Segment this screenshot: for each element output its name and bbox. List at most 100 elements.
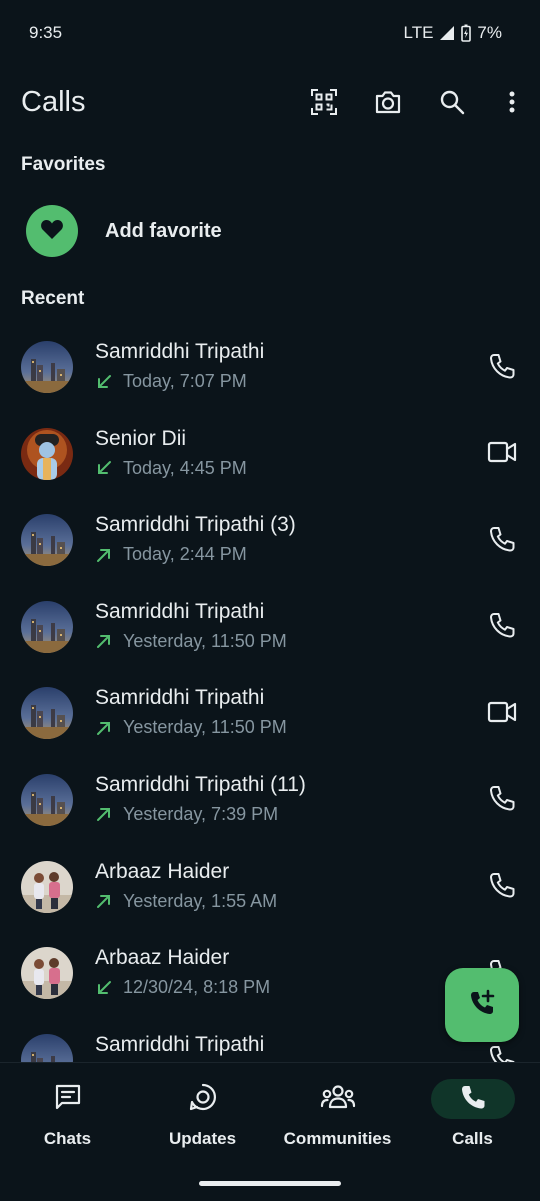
phone-icon bbox=[488, 352, 516, 385]
contact-name: Samriddhi Tripathi bbox=[95, 340, 264, 364]
signal-icon bbox=[439, 25, 455, 41]
incoming-call-arrow-icon bbox=[95, 979, 113, 997]
avatar[interactable] bbox=[21, 514, 73, 566]
qr-code-icon bbox=[310, 88, 338, 121]
video-call-button[interactable] bbox=[478, 431, 526, 479]
voice-call-button[interactable] bbox=[478, 344, 526, 392]
app-bar-actions bbox=[292, 76, 540, 132]
call-time: Yesterday, 1:55 AM bbox=[123, 891, 277, 912]
chats-icon bbox=[53, 1083, 83, 1116]
nav-calls-label: Calls bbox=[452, 1129, 493, 1149]
nav-calls-icon-wrap bbox=[431, 1079, 515, 1119]
call-meta: Yesterday, 11:50 PM bbox=[95, 717, 287, 738]
status-time: 9:35 bbox=[29, 23, 62, 43]
incoming-call-arrow-icon bbox=[95, 373, 113, 391]
incoming-call-arrow-icon bbox=[95, 459, 113, 477]
contact-name: Samriddhi Tripathi (11) bbox=[95, 773, 306, 797]
call-row[interactable]: Samriddhi Tripathi Today, 7:07 PM bbox=[0, 324, 540, 411]
avatar[interactable] bbox=[21, 1034, 73, 1062]
nav-communities-label: Communities bbox=[284, 1129, 392, 1149]
avatar[interactable] bbox=[21, 428, 73, 480]
call-row[interactable]: Senior DiiToday, 4:45 PM bbox=[0, 411, 540, 498]
video-camera-icon bbox=[487, 440, 517, 469]
avatar[interactable] bbox=[21, 947, 73, 999]
phone-icon bbox=[488, 611, 516, 644]
video-call-button[interactable] bbox=[478, 690, 526, 738]
network-label: LTE bbox=[404, 23, 434, 43]
call-meta: 12/30/24, 8:18 PM bbox=[95, 977, 270, 998]
contact-name: Arbaaz Haider bbox=[95, 946, 229, 970]
new-call-button[interactable] bbox=[445, 968, 519, 1042]
nav-calls[interactable]: Calls bbox=[405, 1079, 540, 1159]
contact-name: Samriddhi Tripathi (3) bbox=[95, 513, 296, 537]
add-favorite-row[interactable]: Add favorite bbox=[0, 198, 540, 264]
battery-percent: 7% bbox=[477, 23, 502, 43]
call-time: Yesterday, 11:50 PM bbox=[123, 631, 287, 652]
outgoing-call-arrow-icon bbox=[95, 892, 113, 910]
heart-icon bbox=[40, 218, 64, 245]
qr-code-button[interactable] bbox=[292, 76, 356, 132]
more-options-button[interactable] bbox=[484, 76, 540, 132]
nav-chats-label: Chats bbox=[44, 1129, 91, 1149]
voice-call-button[interactable] bbox=[478, 517, 526, 565]
call-time: Yesterday, 7:39 PM bbox=[123, 804, 278, 825]
contact-name: Samriddhi Tripathi bbox=[95, 1033, 264, 1057]
call-row[interactable]: Samriddhi Tripathi Yesterday, 11:50 PM bbox=[0, 670, 540, 757]
outgoing-call-arrow-icon bbox=[95, 546, 113, 564]
voice-call-button[interactable] bbox=[478, 604, 526, 652]
contact-name: Arbaaz Haider bbox=[95, 860, 229, 884]
avatar[interactable] bbox=[21, 601, 73, 653]
add-favorite-label: Add favorite bbox=[105, 220, 222, 243]
call-meta: Today, 2:44 PM bbox=[95, 544, 247, 565]
page-title: Calls bbox=[21, 86, 85, 119]
battery-icon bbox=[461, 24, 471, 42]
search-button[interactable] bbox=[420, 76, 484, 132]
communities-icon bbox=[320, 1083, 356, 1116]
call-row[interactable]: Samriddhi Tripathi Yesterday, 11:50 PM bbox=[0, 584, 540, 671]
camera-button[interactable] bbox=[356, 76, 420, 132]
call-row[interactable]: Samriddhi Tripathi (3) Today, 2:44 PM bbox=[0, 497, 540, 584]
phone-icon bbox=[488, 871, 516, 904]
contact-name: Samriddhi Tripathi bbox=[95, 686, 264, 710]
nav-chats-icon-wrap bbox=[26, 1079, 110, 1119]
avatar[interactable] bbox=[21, 861, 73, 913]
more-vert-icon bbox=[508, 90, 516, 119]
nav-communities[interactable]: Communities bbox=[270, 1079, 405, 1159]
phone-icon bbox=[488, 784, 516, 817]
outgoing-call-arrow-icon bbox=[95, 632, 113, 650]
voice-call-button[interactable] bbox=[478, 864, 526, 912]
app-bar: Calls bbox=[0, 76, 540, 132]
call-time: Today, 4:45 PM bbox=[123, 458, 247, 479]
updates-icon bbox=[188, 1082, 218, 1117]
call-meta: Yesterday, 1:55 AM bbox=[95, 891, 277, 912]
add-call-icon bbox=[467, 988, 497, 1023]
search-icon bbox=[439, 89, 465, 120]
nav-updates-label: Updates bbox=[169, 1129, 236, 1149]
phone-icon bbox=[488, 525, 516, 558]
avatar[interactable] bbox=[21, 687, 73, 739]
nav-communities-icon-wrap bbox=[296, 1079, 380, 1119]
calls-list: Samriddhi Tripathi Today, 7:07 PM Senior D… bbox=[0, 324, 540, 1062]
nav-updates[interactable]: Updates bbox=[135, 1079, 270, 1159]
call-time: Today, 7:07 PM bbox=[123, 371, 247, 392]
avatar[interactable] bbox=[21, 774, 73, 826]
add-favorite-avatar bbox=[26, 205, 78, 257]
call-meta: Today, 7:07 PM bbox=[95, 371, 247, 392]
status-bar: 9:35 LTE 7% bbox=[0, 0, 540, 66]
status-indicators: LTE 7% bbox=[404, 23, 503, 43]
voice-call-button[interactable] bbox=[478, 777, 526, 825]
avatar[interactable] bbox=[21, 341, 73, 393]
call-row[interactable]: Arbaaz Haider Yesterday, 1:55 AM bbox=[0, 844, 540, 931]
call-row[interactable]: Samriddhi Tripathi (11) Yesterday, 7:39 P… bbox=[0, 757, 540, 844]
favorites-heading: Favorites bbox=[21, 154, 105, 176]
nav-chats[interactable]: Chats bbox=[0, 1079, 135, 1159]
call-meta: Today, 4:45 PM bbox=[95, 458, 247, 479]
home-indicator[interactable] bbox=[199, 1181, 341, 1186]
contact-name: Samriddhi Tripathi bbox=[95, 600, 264, 624]
video-camera-icon bbox=[487, 700, 517, 729]
call-time: 12/30/24, 8:18 PM bbox=[123, 977, 270, 998]
calls-icon bbox=[459, 1083, 487, 1116]
call-time: Today, 2:44 PM bbox=[123, 544, 247, 565]
nav-updates-icon-wrap bbox=[161, 1079, 245, 1119]
phone-icon bbox=[488, 1044, 516, 1062]
